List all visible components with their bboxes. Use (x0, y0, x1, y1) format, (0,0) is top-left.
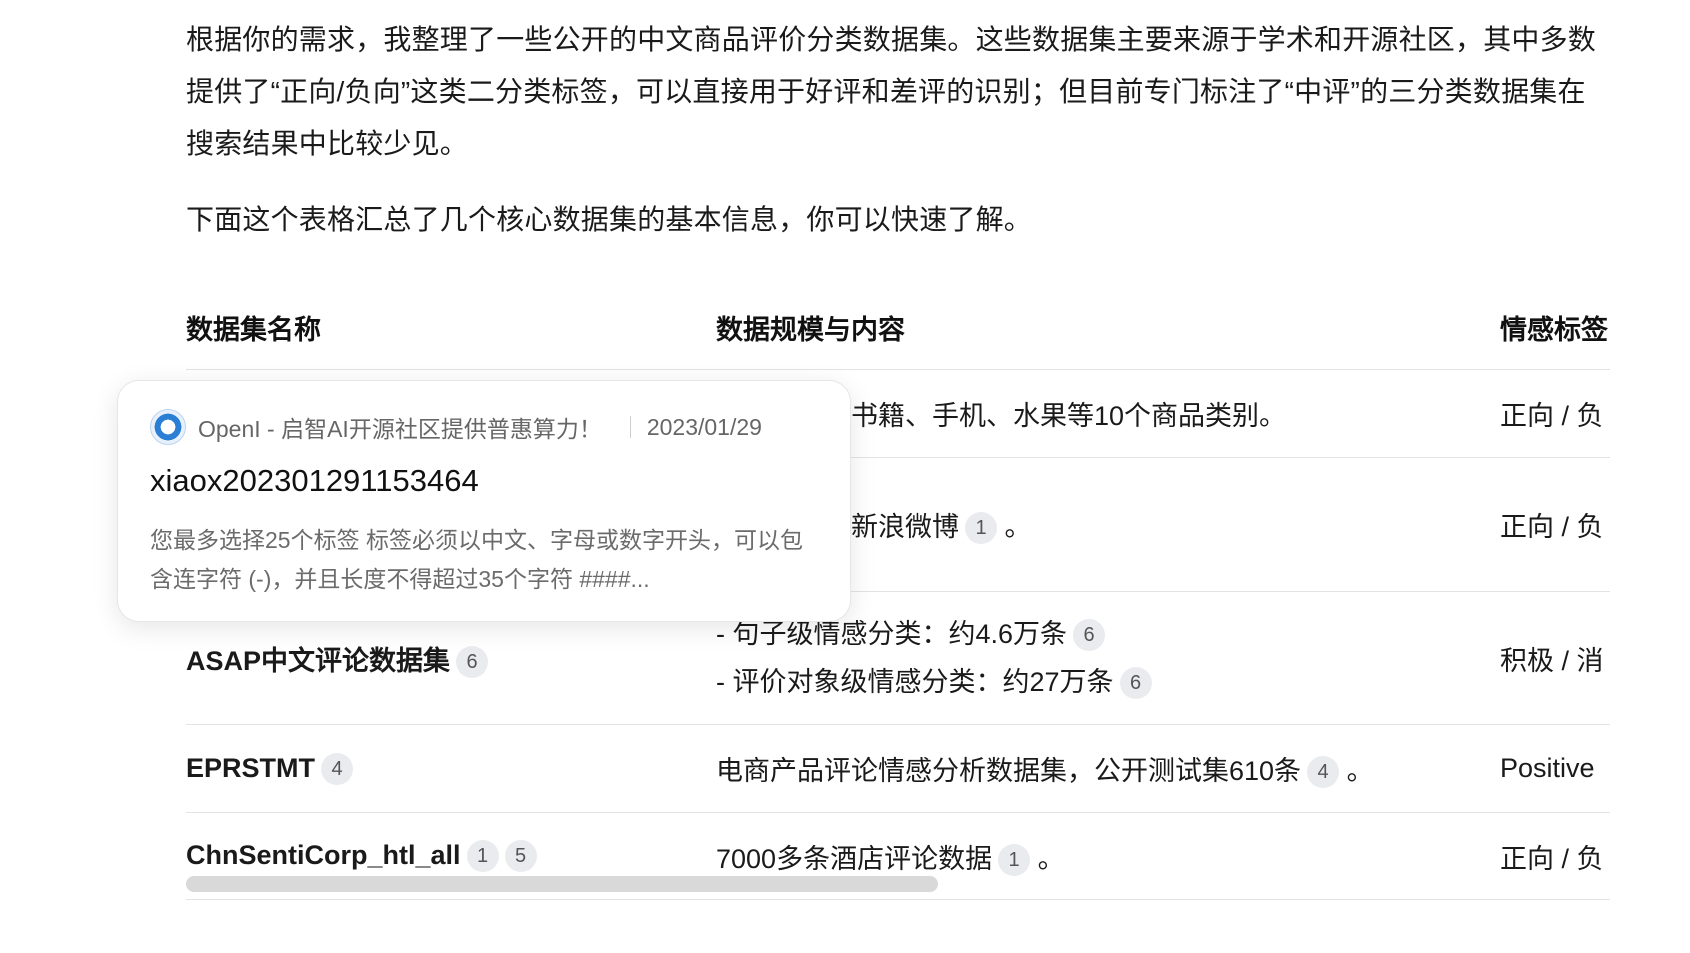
popover-header: OpenI - 启智AI开源社区提供普惠算力！ 2023/01/29 (150, 407, 818, 447)
label-cell: 积极 / 消 (1500, 591, 1610, 725)
popover-divider (629, 416, 631, 438)
table-header-row: 数据集名称 数据规模与内容 情感标签 (186, 285, 1610, 370)
openi-logo-icon (150, 409, 186, 445)
label-cell: 正向 / 负 (1500, 457, 1610, 592)
content-line-text: - 句子级情感分类：约4.6万条 (716, 619, 1068, 649)
popover-snippet: 您最多选择25个标签 标签必须以中文、字母或数字开头，可以包含连字符 (-)，并… (150, 527, 803, 592)
citation-badge[interactable]: 4 (1307, 756, 1340, 788)
label-cell: 正向 / 负 (1500, 812, 1610, 900)
citation-badge[interactable]: 1 (466, 840, 499, 872)
citation-popover[interactable]: OpenI - 启智AI开源社区提供普惠算力！ 2023/01/29 xiaox… (117, 380, 851, 622)
popover-site-name: OpenI - 启智AI开源社区提供普惠算力！ (198, 416, 602, 442)
header-sentiment-label: 情感标签 (1500, 285, 1610, 370)
citation-badge[interactable]: 6 (1073, 619, 1106, 651)
table-intro-paragraph: 下面这个表格汇总了几个核心数据集的基本信息，你可以快速了解。 (186, 204, 1033, 235)
content-cell: 电商产品评论情感分析数据集，公开测试集610条 4 。 (716, 724, 1500, 813)
citation-badge[interactable]: 4 (321, 752, 354, 785)
popover-title[interactable]: xiaox202301291153464 (150, 463, 818, 511)
content-text: 电商产品评论情感分析数据集，公开测试集610条 (716, 756, 1302, 786)
citation-badge[interactable]: 1 (965, 512, 997, 544)
intro-paragraph: 根据你的需求，我整理了一些公开的中文商品评价分类数据集。这些数据集主要来源于学术… (186, 24, 1597, 159)
header-dataset-name: 数据集名称 (186, 285, 716, 370)
dataset-name: ASAP中文评论数据集 (186, 645, 451, 676)
header-size-content: 数据规模与内容 (716, 285, 1500, 370)
dataset-name: ChnSentiCorp_htl_all (186, 840, 461, 870)
citation-badge[interactable]: 6 (1119, 667, 1152, 699)
content-suffix: 。 (1346, 756, 1374, 786)
label-cell: 正向 / 负 (1500, 369, 1610, 458)
citation-badge[interactable]: 1 (998, 843, 1031, 876)
content-line-text: - 评价对象级情感分类：约27万条 (716, 667, 1114, 697)
content-suffix: 。 (1004, 512, 1032, 542)
citation-badge[interactable]: 6 (456, 645, 489, 678)
answer-content: 根据你的需求，我整理了一些公开的中文商品评价分类数据集。这些数据集主要来源于学术… (186, 0, 1610, 246)
table-horizontal-scrollbar[interactable] (186, 876, 938, 892)
content-line: - 评价对象级情感分类：约27万条 6 (716, 658, 1500, 706)
citation-badge[interactable]: 5 (504, 840, 537, 872)
dataset-name: EPRSTMT (186, 752, 316, 783)
label-cell: Positive (1500, 724, 1610, 813)
content-text: 7000多条酒店评论数据 (716, 843, 993, 874)
popover-date: 2023/01/29 (646, 413, 762, 440)
table-row: EPRSTMT 4 电商产品评论情感分析数据集，公开测试集610条 4 。 Posi… (186, 724, 1610, 813)
dataset-name-cell: EPRSTMT 4 (186, 724, 716, 813)
content-suffix: 。 (1037, 843, 1065, 874)
